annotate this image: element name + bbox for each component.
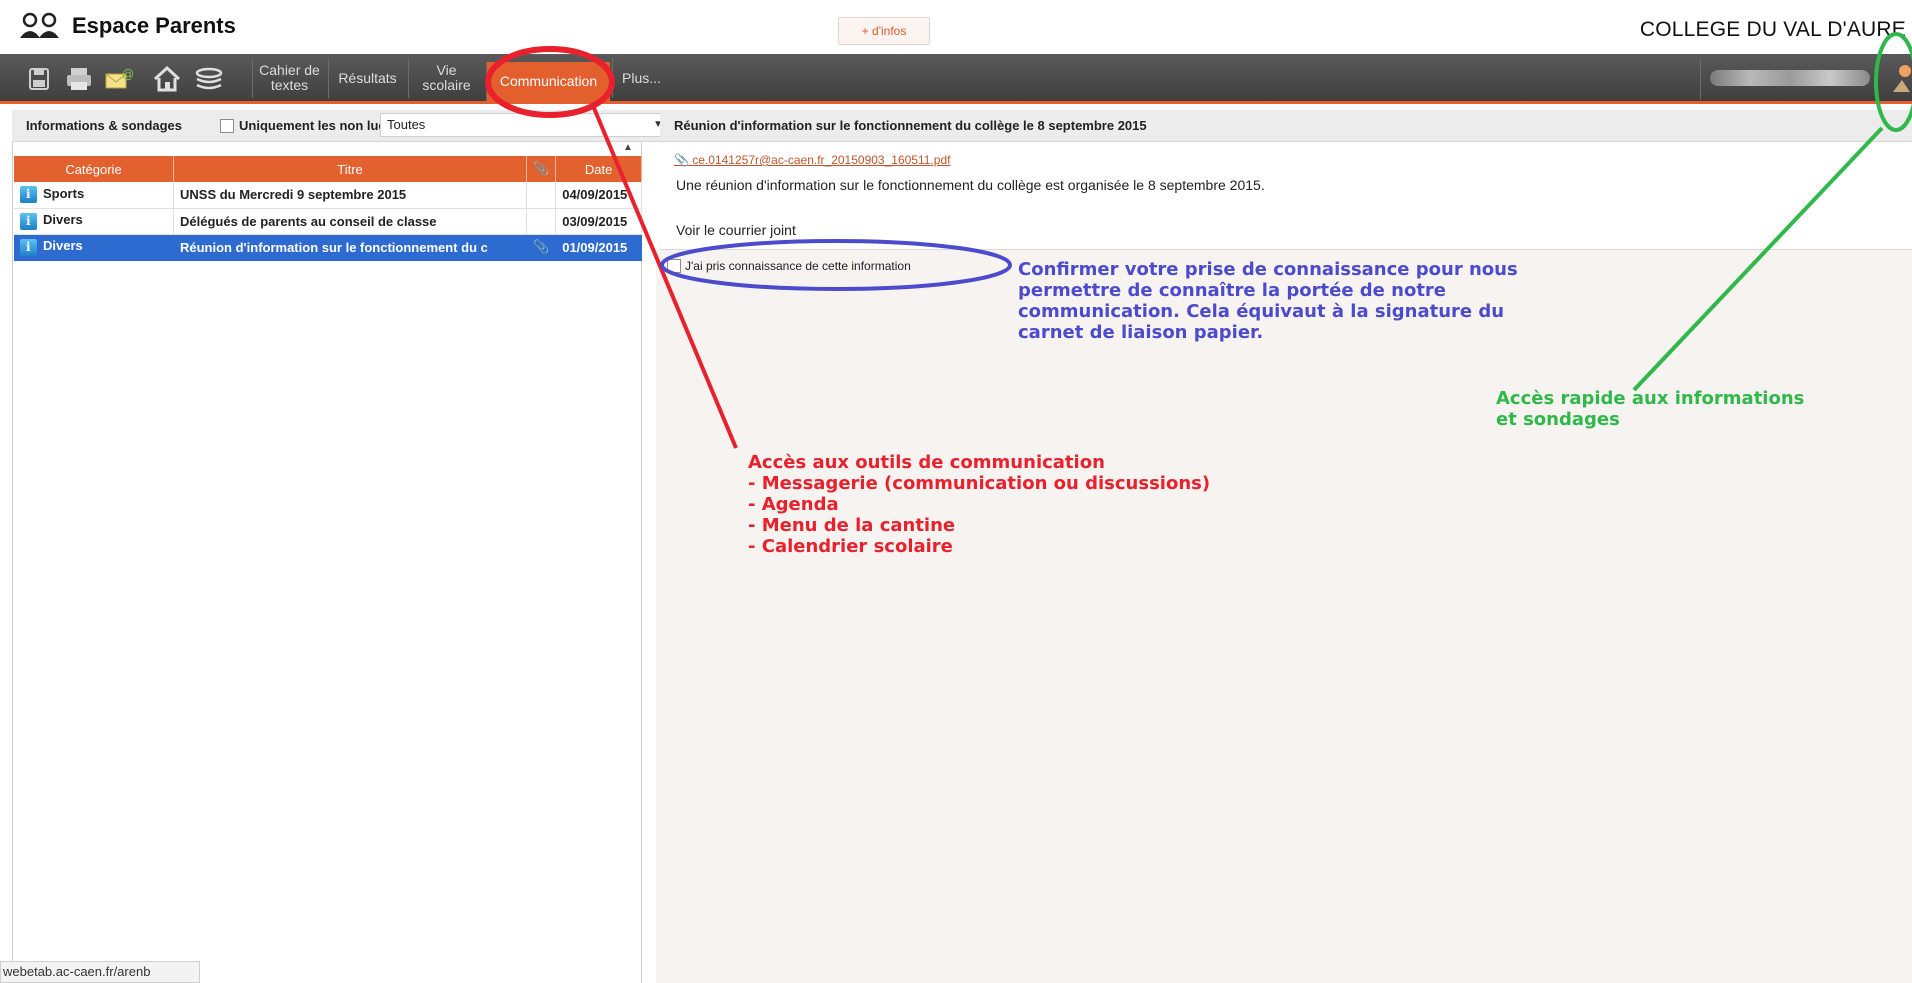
unread-checkbox[interactable] [220,118,235,133]
home-icon[interactable] [150,64,184,94]
acknowledge-label: J'ai pris connaissance de cette informat… [685,259,911,273]
layers-icon[interactable] [192,64,226,94]
row-title: UNSS du Mercredi 9 septembre 2015 [173,182,528,209]
column-title[interactable]: Titre [173,156,528,182]
toolbar-vie-scolaire[interactable]: Vie scolaire [408,58,484,98]
detail-title: Réunion d'information sur le fonctionnem… [674,118,1147,133]
school-name: COLLEGE DU VAL D'AURE [1639,18,1906,41]
table-row[interactable]: Sports UNSS du Mercredi 9 septembre 2015… [14,182,642,209]
toolbar-resultats[interactable]: Résultats [328,58,406,98]
table-row[interactable]: Divers Délégués de parents au conseil de… [14,208,642,235]
category-filter-value: Toutes [387,117,426,132]
row-category: Sports [14,182,174,209]
message-text-2: Voir le courrier joint [676,222,796,238]
info-list-pane [12,142,642,983]
acknowledge-checkbox[interactable] [667,259,681,273]
row-attachment: 📎 [526,234,557,261]
column-category[interactable]: Catégorie [14,156,174,182]
app-header: Espace Parents + d'infos COLLEGE DU VAL … [0,0,1912,54]
message-text: Une réunion d'information sur le fonctio… [676,177,1265,193]
unread-label: Uniquement les non lues [239,118,393,133]
info-icon [20,212,37,230]
mail-icon[interactable]: @ [102,64,136,94]
user-name-redacted [1710,70,1870,86]
blue-annotation-text: Confirmer votre prise de connaissance po… [1018,259,1518,343]
detail-header: Réunion d'information sur le fonctionnem… [660,110,1912,142]
paperclip-icon: 📎 [533,239,550,254]
info-panel-header: Informations & sondages Uniquement les n… [12,110,672,142]
more-info-button[interactable]: + d'infos [838,17,930,45]
row-date: 03/09/2015 [555,208,642,235]
info-panel-title: Informations & sondages [26,118,183,133]
table-row-selected[interactable]: Divers Réunion d'information sur le fonc… [14,234,642,261]
main-toolbar: @ Cahier de textes Résultats Vie scolair… [0,54,1912,104]
paperclip-icon: 📎 [674,153,693,167]
status-bar-url: webetab.ac-caen.fr/arenb [0,961,200,983]
acknowledge-option[interactable]: J'ai pris connaissance de cette informat… [667,259,911,273]
info-table: Catégorie Titre 📎 Date Sports UNSS du Me… [14,156,642,261]
app-title: Espace Parents [72,13,236,38]
unread-filter[interactable]: Uniquement les non lues [220,118,393,133]
row-title: Délégués de parents au conseil de classe [173,208,528,235]
toolbar-plus[interactable]: Plus... [612,58,670,98]
row-category: Divers [14,208,174,235]
table-header: Catégorie Titre 📎 Date [14,156,642,182]
message-body: 📎 ce.0141257r@ac-caen.fr_20150903_160511… [660,145,1912,250]
parents-icon [18,12,62,40]
row-date: 04/09/2015 [555,182,642,209]
green-annotation-text: Accès rapide aux informations et sondage… [1496,388,1805,430]
row-title: Réunion d'information sur le fonctionnem… [173,234,528,261]
info-icon [20,238,37,256]
save-icon[interactable] [22,64,56,94]
paperclip-icon: 📎 [533,161,550,176]
category-filter-select[interactable]: Toutes ▼ [380,113,672,137]
detail-pane-background [656,250,1912,983]
attachment-link[interactable]: 📎 ce.0141257r@ac-caen.fr_20150903_160511… [674,153,950,167]
print-icon[interactable] [62,64,96,94]
row-date: 01/09/2015 [555,234,642,261]
row-attachment [526,182,557,209]
red-annotation-text: Accès aux outils de communication - Mess… [748,452,1211,557]
row-attachment [526,208,557,235]
svg-text:@: @ [122,67,134,81]
scroll-up-icon[interactable]: ▲ [623,142,633,153]
column-attachment[interactable]: 📎 [526,156,557,182]
info-icon [20,186,37,204]
column-date[interactable]: Date [555,156,642,182]
toolbar-divider [1700,58,1701,100]
toolbar-cahier-de-textes[interactable]: Cahier de textes [252,58,326,98]
notification-icon[interactable] [1890,62,1912,98]
row-category: Divers [14,234,174,261]
toolbar-communication[interactable]: Communication [486,62,610,101]
brand: Espace Parents [18,12,236,40]
